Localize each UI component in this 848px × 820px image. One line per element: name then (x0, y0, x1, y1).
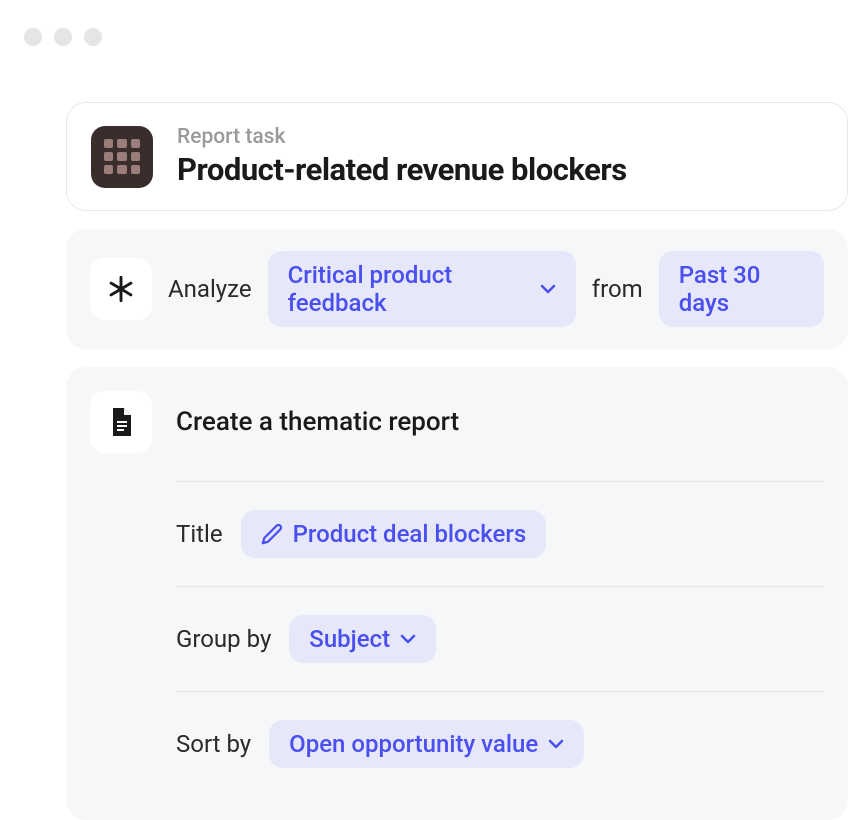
app-icon (91, 126, 153, 188)
header-subtitle: Report task (177, 125, 627, 149)
period-chip[interactable]: Past 30 days (659, 251, 824, 327)
sort-field-row: Sort by Open opportunity value (176, 720, 824, 768)
divider (176, 586, 824, 587)
feedback-chip-label: Critical product feedback (288, 261, 530, 317)
report-icon-box (90, 391, 152, 453)
title-field-row: Title Product deal blockers (176, 510, 824, 558)
window-dot (54, 28, 72, 46)
window-dot (84, 28, 102, 46)
analyze-section: Analyze Critical product feedback from P… (66, 229, 848, 349)
divider (176, 691, 824, 692)
group-chip[interactable]: Subject (289, 615, 436, 663)
divider (176, 481, 824, 482)
header-title: Product-related revenue blockers (177, 151, 627, 188)
from-label: from (592, 275, 643, 303)
report-heading: Create a thematic report (176, 407, 459, 437)
period-chip-label: Past 30 days (679, 261, 804, 317)
pencil-icon (261, 523, 283, 545)
report-task-header: Report task Product-related revenue bloc… (66, 102, 848, 211)
sort-field-label: Sort by (176, 730, 251, 758)
analyze-icon-box (90, 258, 152, 320)
chevron-down-icon (548, 739, 564, 749)
chevron-down-icon (540, 284, 556, 294)
analyze-label: Analyze (168, 275, 252, 303)
window-controls (0, 0, 848, 46)
chevron-down-icon (400, 634, 416, 644)
waffle-icon (104, 139, 140, 175)
sort-value: Open opportunity value (289, 730, 538, 758)
sort-chip[interactable]: Open opportunity value (269, 720, 584, 768)
title-field-label: Title (176, 520, 223, 548)
title-chip[interactable]: Product deal blockers (241, 510, 547, 558)
group-value: Subject (309, 625, 390, 653)
title-value: Product deal blockers (293, 520, 527, 548)
group-field-row: Group by Subject (176, 615, 824, 663)
asterisk-icon (107, 275, 135, 303)
window-dot (24, 28, 42, 46)
feedback-chip[interactable]: Critical product feedback (268, 251, 576, 327)
group-field-label: Group by (176, 625, 271, 653)
report-section: Create a thematic report Title Product d… (66, 367, 848, 820)
document-icon (109, 408, 133, 436)
